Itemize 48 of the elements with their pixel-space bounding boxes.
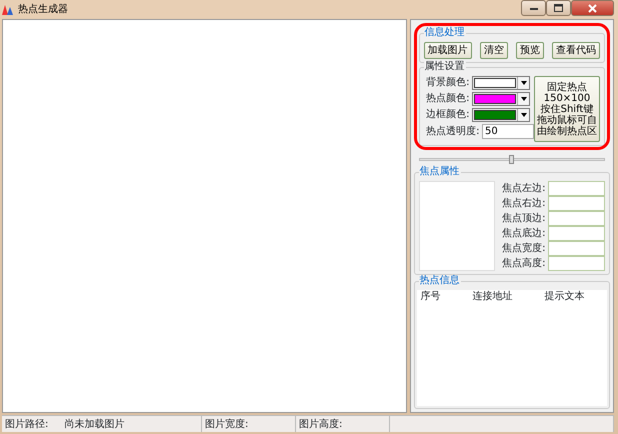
action-button[interactable]: 加载图片 bbox=[424, 42, 472, 59]
text-field[interactable] bbox=[548, 256, 605, 271]
field-label: 背景颜色: bbox=[426, 76, 470, 90]
field-label: 焦点高度: bbox=[502, 256, 546, 270]
column-header[interactable]: 提示文本 bbox=[538, 290, 585, 304]
field-label: 焦点顶边: bbox=[502, 212, 546, 226]
text-field[interactable] bbox=[548, 226, 605, 241]
status-text: 尚未加载图片 bbox=[64, 418, 124, 432]
field-label: 焦点左边: bbox=[502, 182, 546, 196]
field-label: 边框颜色: bbox=[426, 108, 470, 122]
minimize-button[interactable] bbox=[521, 0, 546, 16]
group-title: 属性设置 bbox=[424, 61, 466, 73]
text-field[interactable] bbox=[548, 241, 605, 256]
color-dropdown[interactable] bbox=[472, 76, 530, 90]
maximize-button[interactable] bbox=[546, 0, 571, 16]
slider-thumb[interactable] bbox=[508, 155, 514, 164]
column-header[interactable]: 连接地址 bbox=[466, 290, 539, 304]
field-label: 焦点宽度: bbox=[502, 242, 546, 256]
text-field[interactable] bbox=[548, 211, 605, 226]
fixed-hotspot-button[interactable]: 固定热点 150×100 按住Shift键 拖动鼠标可自 由绘制热点区 bbox=[534, 76, 600, 142]
dropdown-arrow-icon[interactable] bbox=[520, 81, 526, 85]
window-title: 热点生成器 bbox=[18, 2, 68, 17]
minimize-icon[interactable] bbox=[530, 6, 538, 10]
dropdown-arrow-icon[interactable] bbox=[520, 97, 526, 101]
text-field[interactable] bbox=[548, 196, 605, 211]
close-icon[interactable] bbox=[588, 4, 597, 12]
group-title: 热点信息 bbox=[418, 275, 461, 287]
group-title: 信息处理 bbox=[424, 27, 466, 39]
field-label: 焦点右边: bbox=[502, 196, 546, 210]
status-text: 图片路径: bbox=[5, 418, 48, 432]
opacity-field[interactable]: 50 bbox=[482, 124, 534, 139]
status-text: 图片高度: bbox=[299, 418, 342, 432]
field-label: 热点透明度: bbox=[426, 124, 480, 138]
color-dropdown[interactable] bbox=[472, 92, 530, 106]
field-label: 焦点底边: bbox=[502, 226, 546, 240]
status-text: 图片宽度: bbox=[205, 418, 248, 432]
maximize-icon[interactable] bbox=[554, 4, 563, 12]
group-title: 焦点属性 bbox=[418, 166, 461, 178]
color-dropdown[interactable] bbox=[472, 108, 530, 122]
column-header[interactable]: 序号 bbox=[416, 290, 467, 304]
close-button[interactable] bbox=[571, 0, 614, 16]
field-label: 热点颜色: bbox=[426, 92, 470, 106]
app-icon bbox=[2, 4, 14, 14]
action-button[interactable]: 预览 bbox=[516, 42, 544, 59]
text-field[interactable] bbox=[548, 181, 605, 196]
action-button[interactable]: 查看代码 bbox=[552, 42, 600, 59]
action-button[interactable]: 清空 bbox=[480, 42, 508, 59]
dropdown-arrow-icon[interactable] bbox=[520, 113, 526, 117]
